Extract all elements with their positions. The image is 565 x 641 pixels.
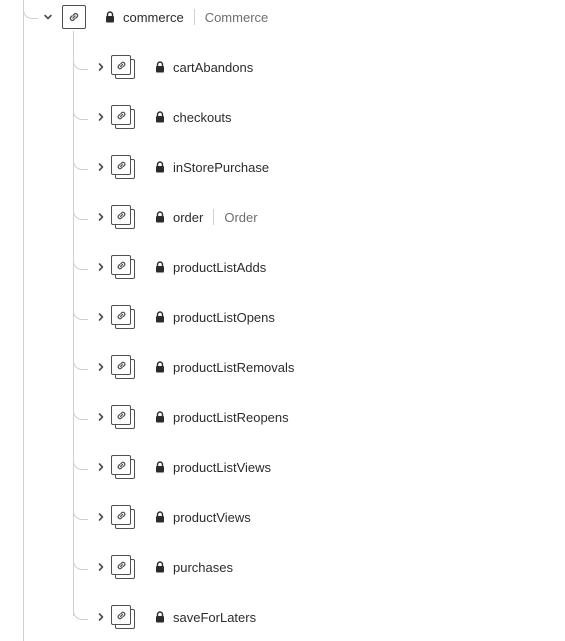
object-link-icon xyxy=(111,505,135,529)
tree-node-productListViews[interactable]: productListViews xyxy=(93,453,271,481)
tree-node-commerce[interactable]: commerce Commerce xyxy=(40,3,268,31)
chevron-right-icon[interactable] xyxy=(93,159,109,175)
tree-connector xyxy=(23,8,38,19)
chevron-right-icon[interactable] xyxy=(93,359,109,375)
tree-node-purchases[interactable]: purchases xyxy=(93,553,233,581)
tree-connector xyxy=(73,259,88,270)
tree-connector xyxy=(73,59,88,70)
lock-icon xyxy=(155,511,165,523)
tree-node-productViews[interactable]: productViews xyxy=(93,503,251,531)
lock-icon xyxy=(155,61,165,73)
field-name: productListRemovals xyxy=(173,359,295,375)
tree-node-saveForLaters[interactable]: saveForLaters xyxy=(93,603,256,631)
field-name: commerce xyxy=(123,9,184,25)
divider xyxy=(213,209,215,225)
field-name: productViews xyxy=(173,509,251,525)
lock-icon xyxy=(155,111,165,123)
field-name: productListViews xyxy=(173,459,272,475)
lock-icon xyxy=(155,411,165,423)
tree-connector xyxy=(73,509,88,520)
tree-connector xyxy=(73,609,88,620)
tree-node-order[interactable]: order Order xyxy=(93,203,258,231)
lock-icon xyxy=(155,561,165,573)
lock-icon xyxy=(105,11,115,23)
field-name: order xyxy=(173,209,204,225)
object-link-icon xyxy=(111,555,135,579)
chevron-right-icon[interactable] xyxy=(93,259,109,275)
object-link-icon xyxy=(111,205,135,229)
field-name: productListAdds xyxy=(173,259,267,275)
tree-connector xyxy=(73,409,88,420)
lock-icon xyxy=(155,261,165,273)
lock-icon xyxy=(155,211,165,223)
object-link-icon xyxy=(111,355,135,379)
chevron-right-icon[interactable] xyxy=(93,209,109,225)
field-title: Order xyxy=(224,209,258,225)
chevron-down-icon[interactable] xyxy=(40,9,56,25)
lock-icon xyxy=(155,461,165,473)
chevron-right-icon[interactable] xyxy=(93,609,109,625)
tree-connector xyxy=(73,109,88,120)
lock-icon xyxy=(155,611,165,623)
tree-node-inStorePurchase[interactable]: inStorePurchase xyxy=(93,153,269,181)
field-name: saveForLaters xyxy=(173,609,257,625)
tree-connector xyxy=(73,559,88,570)
divider xyxy=(193,9,195,25)
tree-node-cartAbandons[interactable]: cartAbandons xyxy=(93,53,253,81)
chevron-right-icon[interactable] xyxy=(93,509,109,525)
tree-node-productListReopens[interactable]: productListReopens xyxy=(93,403,289,431)
field-name: checkouts xyxy=(173,109,232,125)
chevron-right-icon[interactable] xyxy=(93,59,109,75)
object-link-icon xyxy=(111,455,135,479)
tree-node-checkouts[interactable]: checkouts xyxy=(93,103,232,131)
lock-icon xyxy=(155,311,165,323)
chevron-right-icon[interactable] xyxy=(93,459,109,475)
field-name: productListOpens xyxy=(173,309,275,325)
tree-connector xyxy=(73,359,88,370)
tree-connector xyxy=(73,159,88,170)
field-name: inStorePurchase xyxy=(173,159,270,175)
chevron-right-icon[interactable] xyxy=(93,109,109,125)
tree-connector xyxy=(73,309,88,320)
chevron-right-icon[interactable] xyxy=(93,559,109,575)
object-link-icon xyxy=(111,55,135,79)
object-link-icon xyxy=(111,605,135,629)
tree-node-productListRemovals[interactable]: productListRemovals xyxy=(93,353,294,381)
object-link-icon xyxy=(111,105,135,129)
object-link-icon xyxy=(111,255,135,279)
field-name: productListReopens xyxy=(173,409,289,425)
lock-icon xyxy=(155,361,165,373)
tree-node-productListAdds[interactable]: productListAdds xyxy=(93,253,266,281)
tree-connector xyxy=(73,209,88,220)
link-icon xyxy=(62,5,86,29)
field-title: Commerce xyxy=(204,9,269,25)
field-name: cartAbandons xyxy=(173,59,254,75)
schema-tree: commerce Commerce cartAbandons checkouts i… xyxy=(0,0,565,641)
chevron-right-icon[interactable] xyxy=(93,309,109,325)
chevron-right-icon[interactable] xyxy=(93,409,109,425)
object-link-icon xyxy=(111,405,135,429)
object-link-icon xyxy=(111,305,135,329)
field-name: purchases xyxy=(173,559,233,575)
object-link-icon xyxy=(111,155,135,179)
tree-node-productListOpens[interactable]: productListOpens xyxy=(93,303,275,331)
lock-icon xyxy=(155,161,165,173)
tree-connector xyxy=(73,459,88,470)
tree-guide-line xyxy=(73,31,74,616)
tree-guide-line xyxy=(23,0,24,641)
